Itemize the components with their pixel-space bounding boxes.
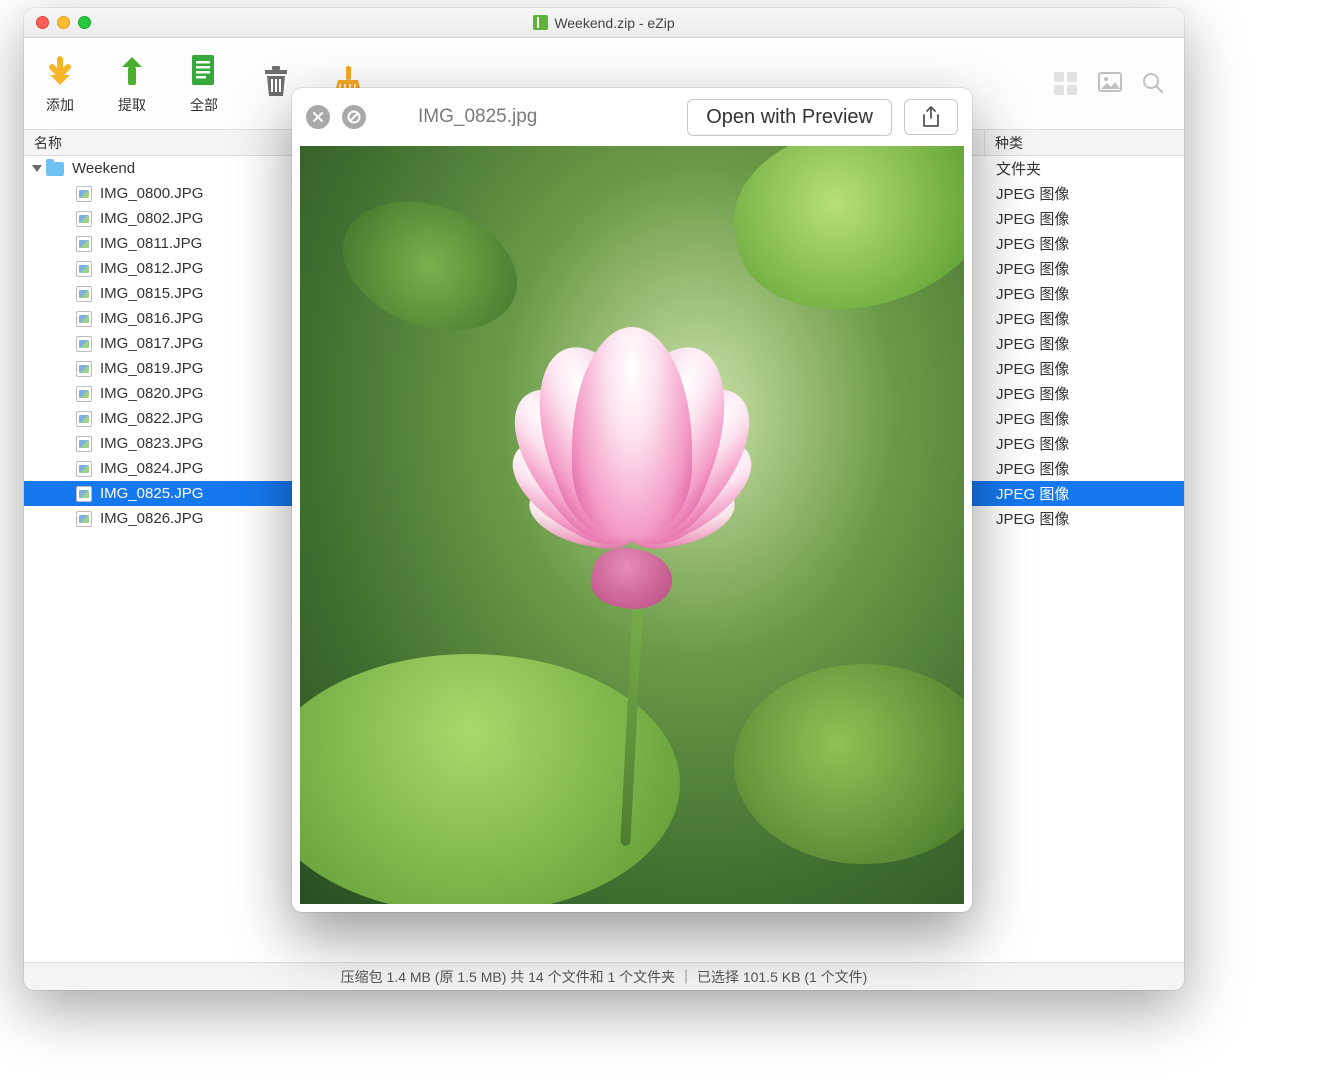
view-mode-icon[interactable] [1054, 72, 1078, 96]
file-name: IMG_0812.JPG [100, 260, 203, 277]
file-name: IMG_0816.JPG [100, 310, 203, 327]
trash-icon [258, 63, 294, 99]
file-name: IMG_0822.JPG [100, 410, 203, 427]
file-type: JPEG 图像 [984, 333, 1184, 354]
file-type: JPEG 图像 [984, 308, 1184, 329]
file-name: IMG_0811.JPG [100, 235, 202, 252]
image-file-icon [76, 286, 92, 302]
image-file-icon [76, 386, 92, 402]
file-name: IMG_0815.JPG [100, 285, 203, 302]
extract-button[interactable]: 提取 [114, 53, 150, 115]
minimize-icon[interactable] [57, 16, 70, 29]
window-title-text: Weekend.zip - eZip [554, 15, 674, 31]
file-name: IMG_0825.JPG [100, 485, 203, 502]
close-icon[interactable] [306, 105, 330, 129]
file-type: JPEG 图像 [984, 483, 1184, 504]
share-icon [921, 106, 941, 128]
extract-all-label: 全部 [190, 95, 218, 115]
column-type[interactable]: 种类 [984, 130, 1184, 155]
traffic-lights [24, 16, 91, 29]
file-name: IMG_0800.JPG [100, 185, 203, 202]
image-file-icon [76, 236, 92, 252]
status-bar: 压缩包 1.4 MB (原 1.5 MB) 共 14 个文件和 1 个文件夹 ｜… [24, 962, 1184, 990]
share-button[interactable] [904, 99, 958, 135]
image-file-icon [76, 311, 92, 327]
file-type: JPEG 图像 [984, 458, 1184, 479]
image-file-icon [76, 261, 92, 277]
image-preview-icon[interactable] [1098, 72, 1122, 96]
file-type: JPEG 图像 [984, 383, 1184, 404]
up-arrow-icon [114, 53, 150, 89]
status-text: 压缩包 1.4 MB (原 1.5 MB) 共 14 个文件和 1 个文件夹 ｜… [341, 967, 868, 987]
file-type: JPEG 图像 [984, 408, 1184, 429]
preview-image [300, 146, 964, 904]
file-name: IMG_0802.JPG [100, 210, 203, 227]
add-button[interactable]: 添加 [42, 53, 78, 115]
file-type: JPEG 图像 [984, 208, 1184, 229]
image-file-icon [76, 461, 92, 477]
image-file-icon [76, 436, 92, 452]
file-name: IMG_0824.JPG [100, 460, 203, 477]
zoom-icon[interactable] [78, 16, 91, 29]
close-icon[interactable] [36, 16, 49, 29]
file-name: IMG_0820.JPG [100, 385, 203, 402]
image-file-icon [76, 361, 92, 377]
file-type: JPEG 图像 [984, 183, 1184, 204]
archive-icon [533, 15, 548, 30]
titlebar: Weekend.zip - eZip [24, 8, 1184, 38]
folder-name: Weekend [72, 160, 135, 177]
document-icon [186, 53, 222, 89]
disable-icon[interactable] [342, 105, 366, 129]
search-icon[interactable] [1142, 72, 1166, 96]
file-type: JPEG 图像 [984, 508, 1184, 529]
file-type: JPEG 图像 [984, 358, 1184, 379]
quicklook-panel: IMG_0825.jpg Open with Preview [292, 88, 972, 912]
chevron-down-icon[interactable] [32, 165, 42, 172]
image-file-icon [76, 211, 92, 227]
extract-label: 提取 [118, 95, 146, 115]
add-label: 添加 [46, 95, 74, 115]
preview-filename: IMG_0825.jpg [378, 106, 675, 128]
file-type: JPEG 图像 [984, 433, 1184, 454]
quicklook-toolbar: IMG_0825.jpg Open with Preview [292, 88, 972, 146]
down-arrow-icon [42, 53, 78, 89]
file-name: IMG_0823.JPG [100, 435, 203, 452]
file-name: IMG_0817.JPG [100, 335, 203, 352]
image-file-icon [76, 511, 92, 527]
file-name: IMG_0826.JPG [100, 510, 203, 527]
folder-icon [46, 162, 64, 176]
file-type: JPEG 图像 [984, 283, 1184, 304]
delete-button[interactable] [258, 63, 294, 105]
file-name: IMG_0819.JPG [100, 360, 203, 377]
file-type: JPEG 图像 [984, 258, 1184, 279]
window-title: Weekend.zip - eZip [24, 15, 1184, 31]
lotus-flower [452, 345, 812, 645]
image-file-icon [76, 186, 92, 202]
open-with-preview-button[interactable]: Open with Preview [687, 99, 892, 136]
toolbar-right [1054, 72, 1166, 96]
image-file-icon [76, 336, 92, 352]
folder-type: 文件夹 [984, 158, 1184, 179]
file-type: JPEG 图像 [984, 233, 1184, 254]
extract-all-button[interactable]: 全部 [186, 53, 222, 115]
image-file-icon [76, 486, 92, 502]
image-file-icon [76, 411, 92, 427]
